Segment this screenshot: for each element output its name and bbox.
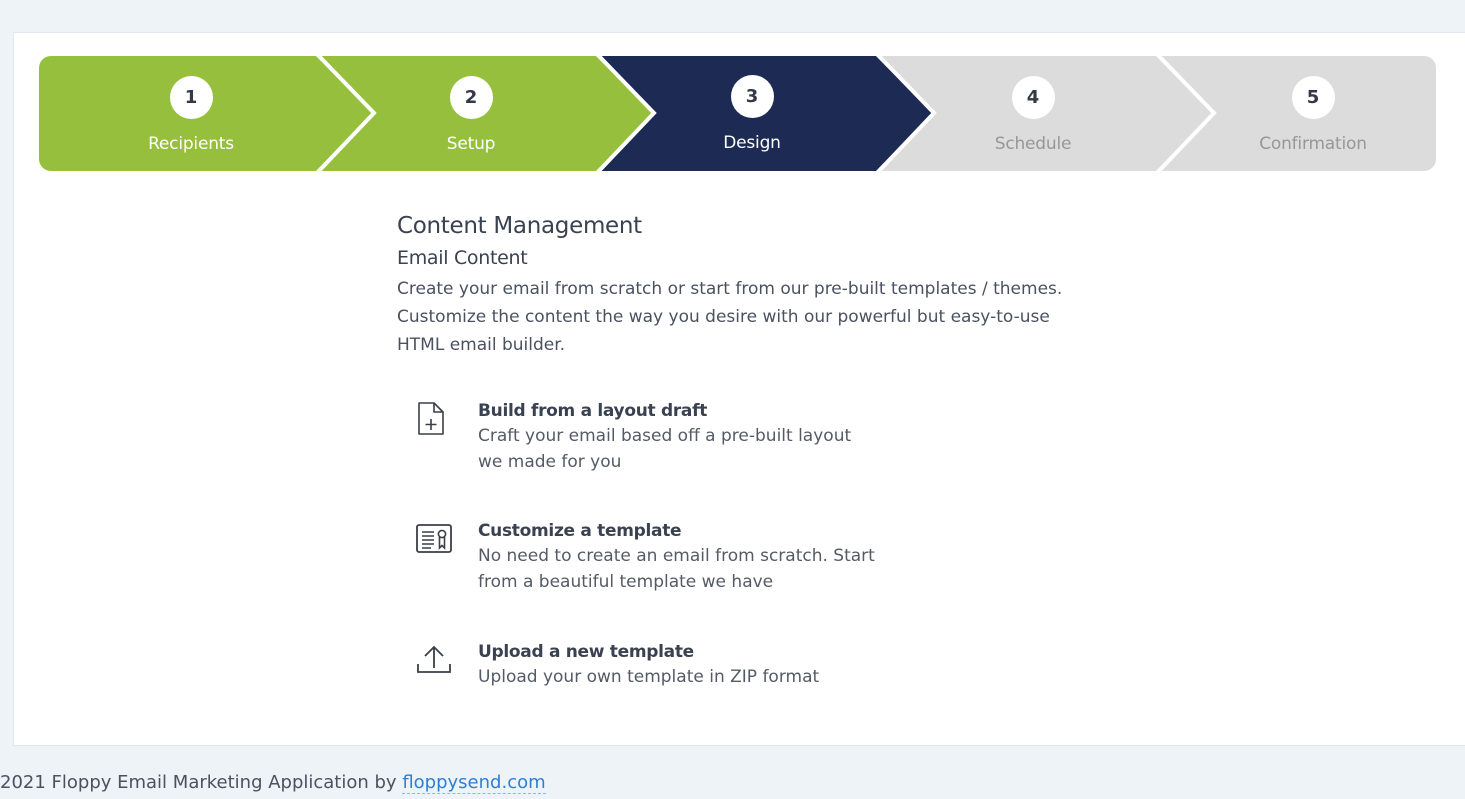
- option-build-from-layout[interactable]: Build from a layout draft Craft your ema…: [397, 401, 877, 475]
- main-card: 1 Recipients 2 Setup 3 Design 4 Schedule…: [13, 32, 1465, 746]
- option-title: Upload a new template: [478, 642, 694, 662]
- step-confirmation[interactable]: 5 Confirmation: [1213, 56, 1413, 171]
- step-number: 3: [730, 75, 774, 118]
- file-plus-icon: [418, 402, 444, 435]
- wizard-stepper: 1 Recipients 2 Setup 3 Design 4 Schedule…: [39, 56, 1436, 171]
- step-label: Setup: [446, 134, 496, 154]
- option-description: Craft your email based off a pre-built l…: [478, 426, 852, 472]
- step-schedule[interactable]: 4 Schedule: [933, 56, 1133, 171]
- option-description: Upload your own template in ZIP format: [478, 667, 820, 687]
- section-subtitle: Email Content: [397, 247, 528, 269]
- option-title: Customize a template: [478, 521, 682, 541]
- step-recipients[interactable]: 1 Recipients: [91, 56, 291, 171]
- option-description: No need to create an email from scratch.…: [478, 546, 875, 592]
- step-label: Confirmation: [1259, 134, 1367, 154]
- footer: 2021 Floppy Email Marketing Application …: [0, 772, 546, 794]
- step-label: Recipients: [148, 134, 234, 154]
- page-title: Content Management: [397, 213, 642, 239]
- option-customize-template[interactable]: Customize a template No need to create a…: [397, 521, 877, 595]
- option-upload-template[interactable]: Upload a new template Upload your own te…: [397, 642, 877, 690]
- footer-text: 2021 Floppy Email Marketing Application …: [0, 772, 397, 793]
- option-title: Build from a layout draft: [478, 401, 708, 421]
- step-design[interactable]: 3 Design: [652, 56, 852, 171]
- footer-link[interactable]: floppysend.com: [402, 772, 546, 794]
- step-label: Schedule: [994, 134, 1072, 154]
- step-number: 5: [1291, 76, 1335, 119]
- upload-icon: [417, 645, 451, 673]
- step-number: 4: [1011, 76, 1055, 119]
- section-description: Create your email from scratch or start …: [397, 279, 1063, 355]
- step-setup[interactable]: 2 Setup: [371, 56, 571, 171]
- content-section: Content Management Email Content Create …: [397, 213, 1117, 687]
- step-label: Design: [723, 133, 781, 153]
- step-number: 1: [169, 76, 213, 119]
- step-number: 2: [449, 76, 493, 119]
- certificate-icon: [416, 524, 452, 553]
